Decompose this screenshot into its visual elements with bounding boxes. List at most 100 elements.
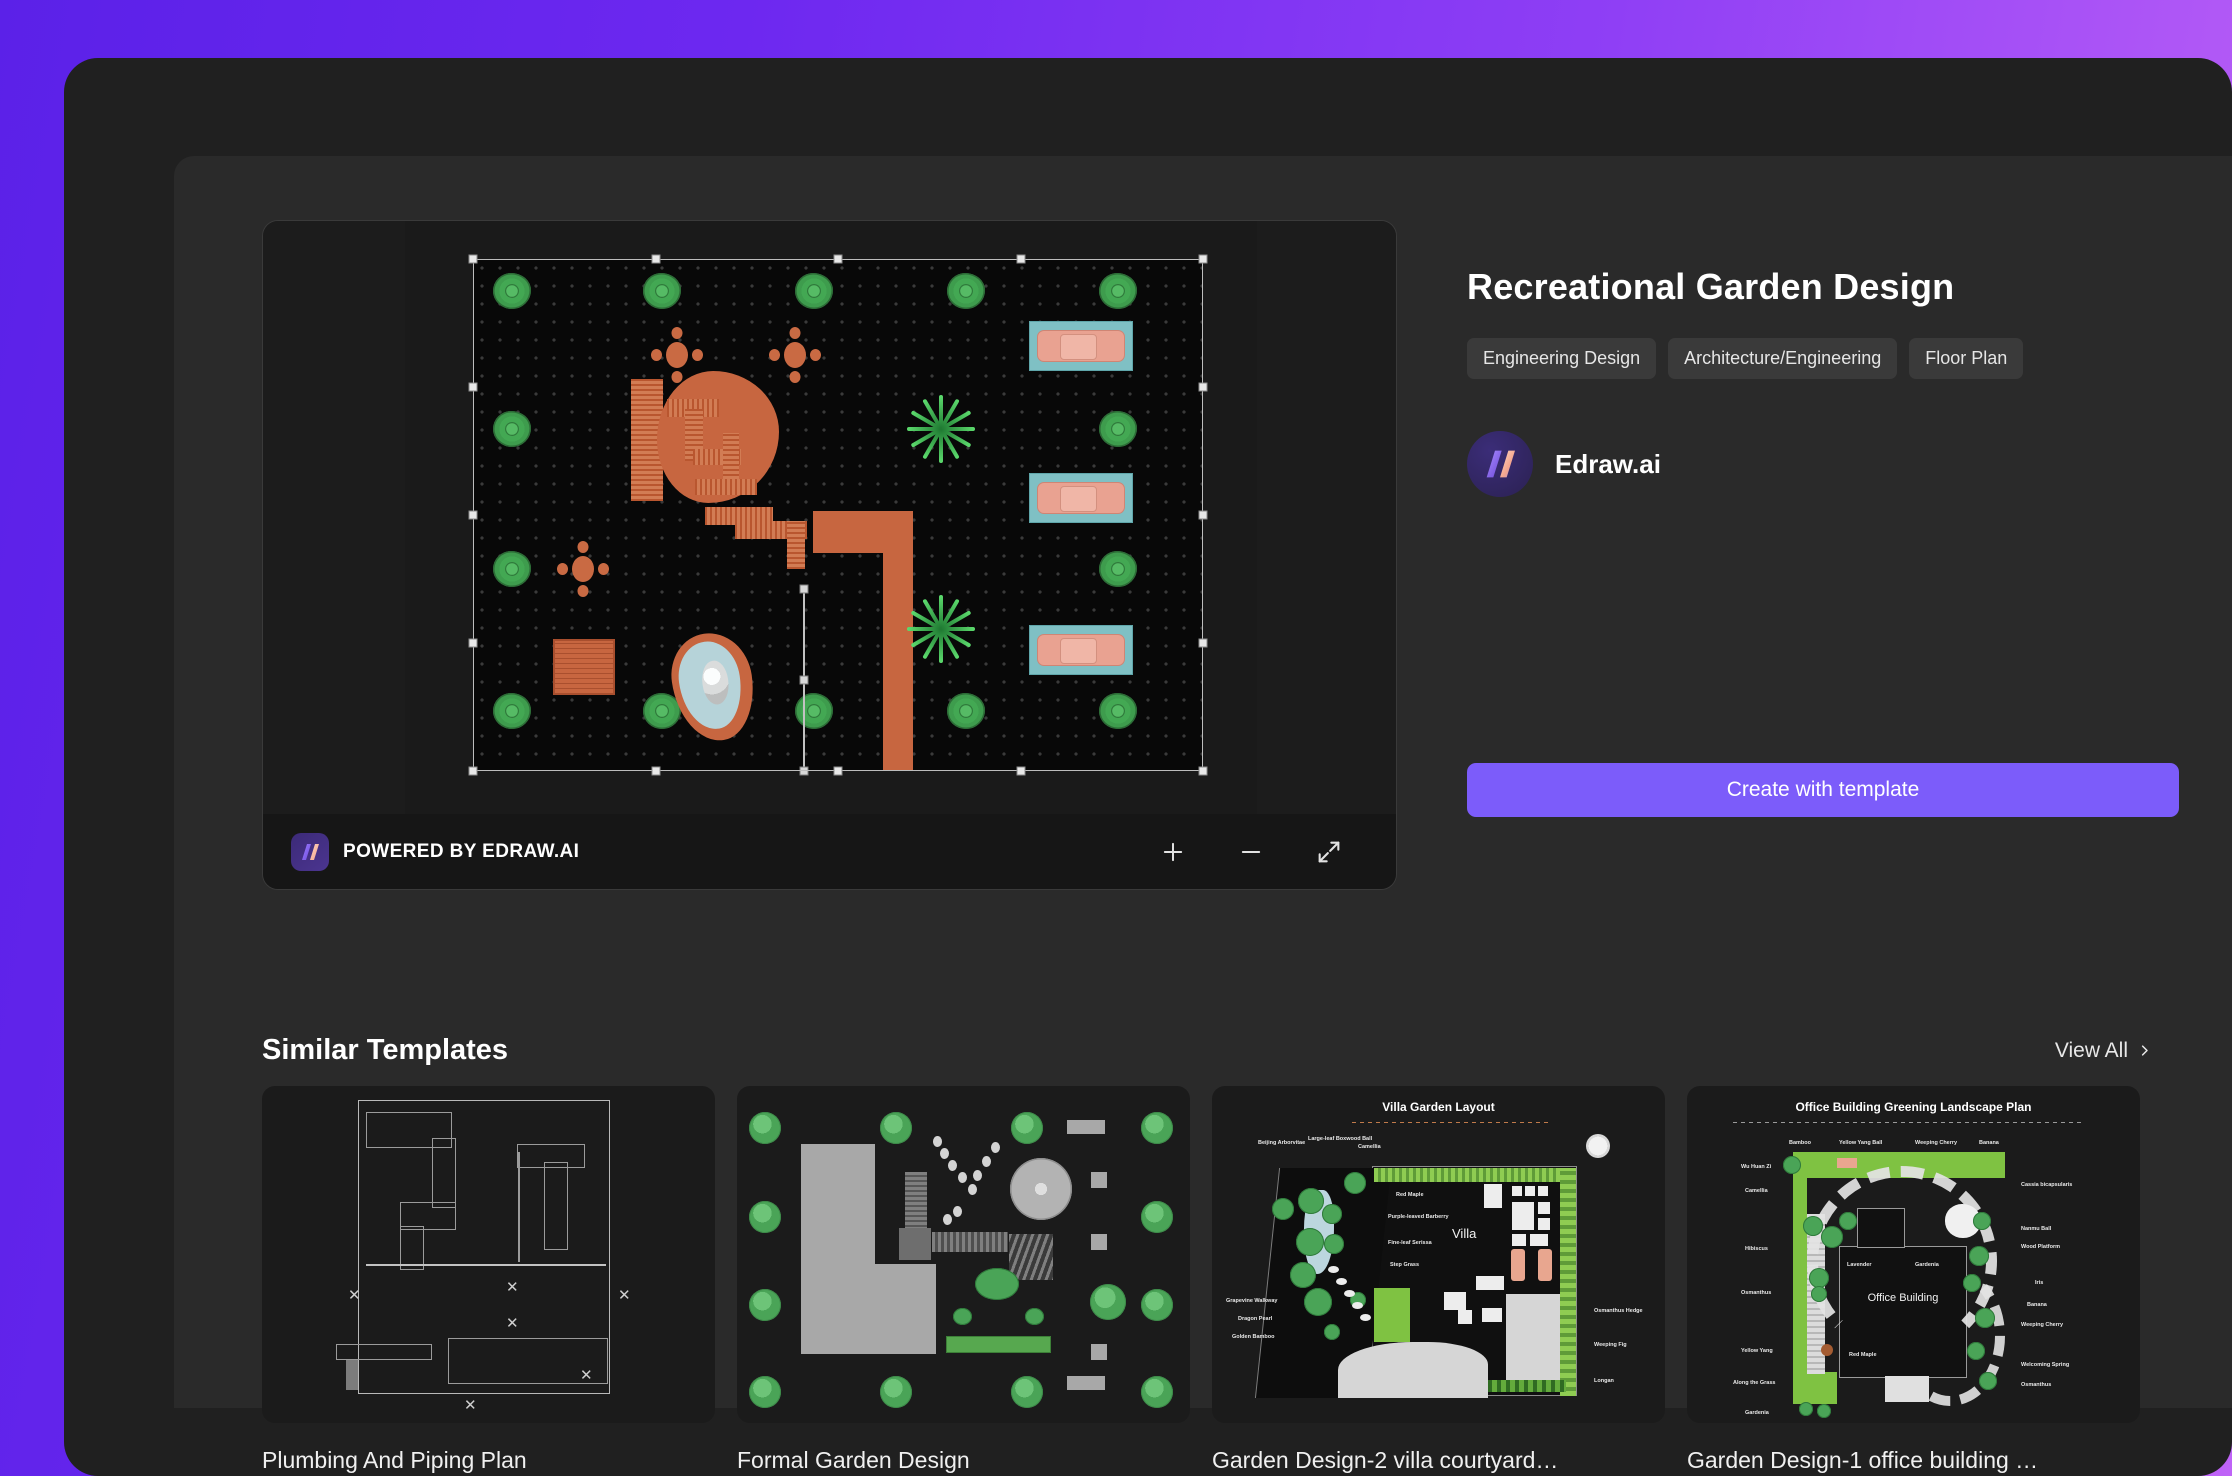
tree-symbol [1298,1188,1324,1214]
create-with-template-button[interactable]: Create with template [1467,763,2179,817]
template-card-title: Garden Design-2 villa courtyard… [1212,1447,1559,1473]
diffuser-icon: ✕ [618,1287,631,1304]
villa-room [1538,1218,1550,1230]
selection-handle[interactable] [468,382,478,392]
car-symbol [1037,329,1125,363]
thumb-title: Villa Garden Layout [1382,1100,1495,1114]
template-thumbnail-office-greening[interactable]: Office Building Greening Landscape Plan … [1687,1086,2140,1423]
car-symbol [1037,481,1125,515]
tree-symbol [1304,1288,1332,1316]
bench-symbol [1067,1120,1105,1134]
tree-symbol [749,1289,781,1321]
stepping-stone [982,1156,991,1167]
tree-symbol [1011,1376,1043,1408]
building-footprint [801,1144,875,1264]
zoom-out-button[interactable] [1234,835,1268,869]
tag-architecture-engineering[interactable]: Architecture/Engineering [1668,338,1898,379]
tree-symbol [1963,1274,1981,1292]
template-card: Formal Garden Design [737,1086,1190,1474]
selection-handle[interactable] [651,766,661,776]
zoom-in-button[interactable] [1156,835,1190,869]
selection-handle[interactable] [651,254,661,264]
selection-handle[interactable] [1198,254,1208,264]
path-segment [723,433,739,481]
flower-bed [946,1336,1051,1353]
plan-label: Hibiscus [1745,1246,1768,1252]
selection-handle[interactable] [468,254,478,264]
tree-symbol [493,693,531,729]
driveway [1506,1294,1560,1380]
plan-label: Wood Platform [2021,1244,2061,1250]
tree-symbol [749,1112,781,1144]
template-card-title: Formal Garden Design [737,1447,970,1473]
tree-symbol [1272,1198,1294,1220]
plan-label: Cassia bicapsularis [2021,1182,2073,1188]
tree-symbol [1809,1268,1829,1288]
plan-label: Iris [2035,1280,2044,1286]
villa-room [1476,1276,1504,1290]
plan-label: Weeping Fig [1594,1342,1627,1348]
villa-room [1458,1310,1472,1324]
template-thumbnail-formal-garden[interactable] [737,1086,1190,1423]
palm-symbol [903,389,979,465]
canvas-sheet [405,221,1257,816]
plan-label: Yellow Yang [1741,1348,1773,1354]
template-card: Villa Garden Layout Beijing Arborvitae L… [1212,1086,1665,1474]
template-thumbnail-plumbing[interactable]: ✕ ✕ ✕ ✕ ✕ ✕ [262,1086,715,1423]
plan-label: Beijing Arborvitae [1258,1140,1306,1146]
selection-handle[interactable] [1016,254,1026,264]
selection-handle[interactable] [1198,766,1208,776]
tree-symbol [1099,273,1137,309]
hedge-symbol [899,1228,931,1260]
tree-symbol [1322,1204,1342,1224]
selection-handle[interactable] [833,766,843,776]
hedge-symbol [1009,1234,1053,1280]
view-all-link[interactable]: View All [2055,1039,2152,1063]
view-all-label: View All [2054,1038,2128,1062]
selection-handle[interactable] [1016,766,1026,776]
author-row[interactable]: Edraw.ai [1467,431,2179,497]
shrub-symbol [1025,1308,1044,1325]
tag-engineering-design[interactable]: Engineering Design [1467,338,1657,379]
villa-room [1512,1234,1526,1246]
plan-label: Bamboo [1789,1140,1811,1146]
selection-handle[interactable] [1198,510,1208,520]
selection-handle[interactable] [468,638,478,648]
diffuser-icon: ✕ [348,1287,361,1304]
plan-label: Fine-leaf Serissa [1388,1240,1432,1246]
stepping-stone [968,1184,977,1195]
selection-handle[interactable] [1198,382,1208,392]
tree-symbol [1324,1234,1344,1254]
selection-handle[interactable] [833,254,843,264]
plan-guide-line [799,584,809,776]
fullscreen-button[interactable] [1312,835,1346,869]
tag-floor-plan[interactable]: Floor Plan [1909,338,2024,379]
selection-handle[interactable] [468,510,478,520]
stepping-stone [958,1172,967,1183]
tree-symbol [1967,1342,1985,1360]
villa-room [1538,1186,1548,1196]
plan-label: Osmanthus [1741,1290,1772,1296]
hedge-strip [1560,1168,1576,1396]
plan-label: Purple-leaved Barberry [1388,1214,1449,1220]
plan-label: Weeping Cherry [1915,1140,1958,1146]
selection-handle[interactable] [468,766,478,776]
stepping-stone [940,1148,949,1159]
plan-label: Banana [1979,1140,1999,1146]
flower-node [557,541,609,597]
stepping-stone [1336,1278,1347,1285]
selection-handle[interactable] [1198,638,1208,648]
tree-symbol [1141,1289,1173,1321]
plan-label: Red Maple [1396,1192,1424,1198]
plan-label: Yellow Yang Ball [1839,1140,1883,1146]
palm-symbol [903,589,979,665]
template-card: Office Building Greening Landscape Plan … [1687,1086,2140,1474]
villa-room [1525,1186,1535,1196]
tree-symbol [1799,1402,1813,1416]
car-symbol [1037,633,1125,667]
tree-symbol [1811,1286,1827,1302]
template-preview-panel: POWERED BY EDRAW.AI [262,220,1397,890]
plan-label: Osmanthus [2021,1382,2052,1388]
template-card-title: Garden Design-1 office building … [1687,1447,2039,1473]
template-thumbnail-villa-garden[interactable]: Villa Garden Layout Beijing Arborvitae L… [1212,1086,1665,1423]
